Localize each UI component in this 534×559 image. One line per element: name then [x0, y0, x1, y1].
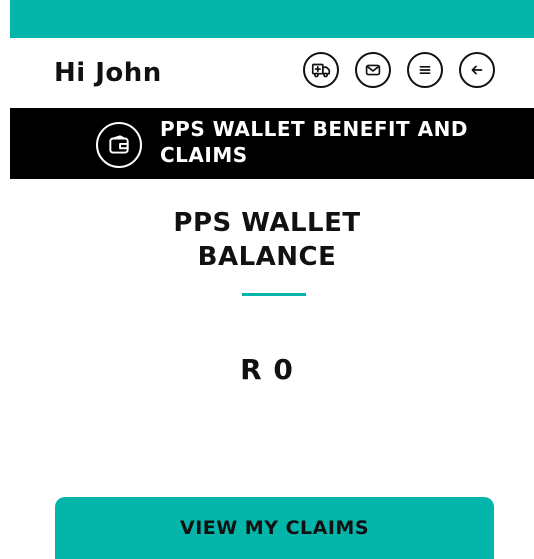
ambulance-button[interactable] [303, 52, 339, 88]
header-icon-group [303, 52, 495, 88]
top-accent-bar [10, 0, 534, 38]
ambulance-icon [310, 59, 332, 81]
wallet-icon [96, 122, 142, 168]
app-header: Hi John [10, 38, 534, 108]
menu-button[interactable] [407, 52, 443, 88]
section-title: PPS WALLET BENEFIT AND CLAIMS [160, 117, 468, 167]
balance-title: PPS WALLET BALANCE [173, 208, 361, 272]
back-button[interactable] [459, 52, 495, 88]
menu-icon [414, 59, 436, 81]
greeting-text: Hi John [54, 58, 162, 88]
mail-icon [362, 59, 384, 81]
balance-amount: R 0 [240, 353, 294, 386]
messages-button[interactable] [355, 52, 391, 88]
view-claims-button[interactable]: VIEW MY CLAIMS [55, 497, 494, 559]
section-header: PPS WALLET BENEFIT AND CLAIMS [10, 108, 534, 179]
back-arrow-icon [466, 59, 488, 81]
title-divider [242, 293, 306, 296]
